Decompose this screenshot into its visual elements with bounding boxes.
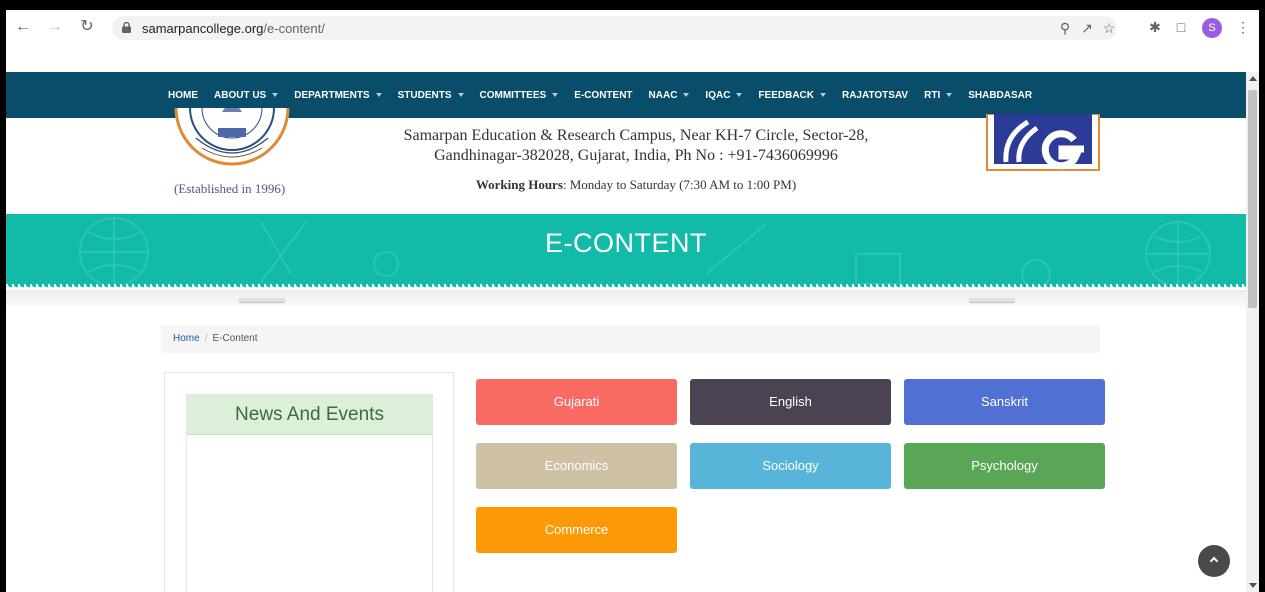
caret-down-icon xyxy=(819,93,826,97)
breadcrumb: Home / E-Content xyxy=(161,325,1100,353)
scroll-up-arrow-icon[interactable] xyxy=(1249,76,1257,81)
page-viewport: HOME ABOUT US DEPARTMENTS STUDENTS COMMITTEE… xyxy=(6,72,1246,592)
sidebar-widget: News And Events xyxy=(164,372,454,592)
share-icon[interactable]: ↗ xyxy=(1078,19,1096,37)
news-and-events-title: News And Events xyxy=(187,395,432,435)
nav-item-home[interactable]: HOME xyxy=(168,90,198,101)
nav-item-iqac[interactable]: IQAC xyxy=(705,90,743,101)
nav-menu: HOME ABOUT US DEPARTMENTS STUDENTS COMMITTEE… xyxy=(168,72,1048,118)
subject-button-sanskrit[interactable]: Sanskrit xyxy=(904,379,1105,425)
side-panel-icon[interactable]: □ xyxy=(1172,18,1190,36)
profile-avatar[interactable]: S xyxy=(1202,18,1222,38)
nav-item-e-content[interactable]: E-CONTENT xyxy=(574,90,632,101)
zoom-icon[interactable]: ⚲ xyxy=(1056,19,1074,37)
working-hours: Working Hours: Monday to Saturday (7:30 … xyxy=(475,177,797,192)
partner-logo[interactable] xyxy=(986,114,1100,172)
reload-icon[interactable]: ↻ xyxy=(78,18,96,36)
url-text: samarpancollege.org/e-content/ xyxy=(142,21,325,36)
college-seal-logo[interactable] xyxy=(174,108,290,170)
subject-button-english[interactable]: English xyxy=(690,379,891,425)
slider-handle-right xyxy=(969,298,1015,302)
nav-item-shabdasar[interactable]: SHABDASAR xyxy=(968,90,1032,101)
nav-item-students[interactable]: STUDENTS xyxy=(398,90,464,101)
chevron-up-icon xyxy=(1209,556,1219,566)
address-bar[interactable]: samarpancollege.org/e-content/ ⚲ ↗ ☆ xyxy=(112,16,1117,40)
subject-button-psychology[interactable]: Psychology xyxy=(904,443,1105,489)
caret-down-icon xyxy=(683,93,690,97)
caret-down-icon xyxy=(552,93,559,97)
site-header: (Established in 1996) Samarpan Education… xyxy=(6,108,1246,214)
nav-item-departments[interactable]: DEPARTMENTS xyxy=(294,90,382,101)
caret-down-icon xyxy=(272,93,279,97)
caret-down-icon xyxy=(457,93,464,97)
banner-title: E-CONTENT xyxy=(545,228,707,258)
nav-item-committees[interactable]: COMMITTEES xyxy=(480,90,559,101)
subject-button-economics[interactable]: Economics xyxy=(476,443,677,489)
page-banner: E-CONTENT xyxy=(6,214,1246,284)
back-to-top-button[interactable] xyxy=(1198,545,1230,577)
established-text: (Established in 1996) xyxy=(174,181,286,196)
forward-icon[interactable]: → xyxy=(46,18,64,36)
nav-item-about-us[interactable]: ABOUT US xyxy=(214,90,279,101)
college-address: Samarpan Education & Research Campus, Ne… xyxy=(403,127,869,164)
breadcrumb-home-link[interactable]: Home xyxy=(173,333,200,344)
caret-down-icon xyxy=(736,93,743,97)
browser-menu-icon[interactable]: ⋮ xyxy=(1234,18,1252,36)
browser-window: ← → ↻ samarpancollege.org/e-content/ ⚲ ↗… xyxy=(6,10,1259,592)
nav-item-naac[interactable]: NAAC xyxy=(649,90,690,101)
subject-button-sociology[interactable]: Sociology xyxy=(690,443,891,489)
browser-toolbar: ← → ↻ samarpancollege.org/e-content/ ⚲ ↗… xyxy=(6,10,1259,46)
caret-down-icon xyxy=(375,93,382,97)
subject-button-gujarati[interactable]: Gujarati xyxy=(476,379,677,425)
slider-handle-left xyxy=(239,298,285,302)
extensions-icon[interactable]: ✱ xyxy=(1146,18,1164,36)
lock-icon xyxy=(122,22,131,33)
breadcrumb-current: E-Content xyxy=(212,333,258,344)
banner-scallop-edge xyxy=(6,284,1246,300)
nav-item-rti[interactable]: RTI xyxy=(924,90,953,101)
page-scrollbar[interactable] xyxy=(1246,72,1259,592)
bookmark-star-icon[interactable]: ☆ xyxy=(1100,19,1118,37)
news-and-events-panel: News And Events xyxy=(186,394,433,592)
scroll-down-arrow-icon[interactable] xyxy=(1249,583,1257,588)
subject-button-commerce[interactable]: Commerce xyxy=(476,507,677,553)
nav-item-feedback[interactable]: FEEDBACK xyxy=(758,90,826,101)
nav-item-rajatotsav[interactable]: RAJATOTSAV xyxy=(842,90,908,101)
scroll-thumb[interactable] xyxy=(1248,90,1257,308)
back-icon[interactable]: ← xyxy=(14,18,32,36)
caret-down-icon xyxy=(946,93,953,97)
